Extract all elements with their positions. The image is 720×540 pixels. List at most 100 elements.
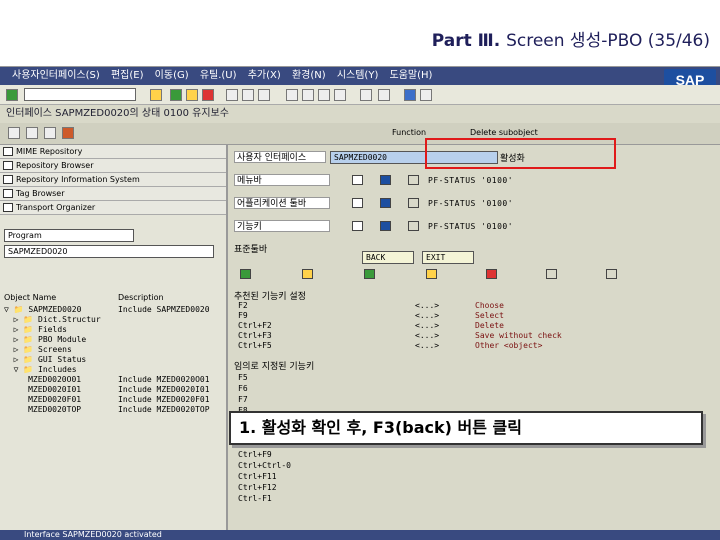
next-page-icon[interactable] — [318, 89, 330, 101]
free-keys-title: 임의로 지정된 기능키 — [234, 362, 315, 372]
exit-icon — [426, 269, 437, 279]
rec-action-select[interactable]: Select — [475, 311, 504, 320]
save-icon[interactable] — [150, 89, 162, 101]
check-icon[interactable] — [44, 127, 56, 139]
display-icon[interactable] — [352, 175, 363, 185]
free-key: Ctrl+F12 — [238, 483, 277, 492]
program-select[interactable]: Program — [4, 229, 134, 242]
find-next-icon[interactable] — [258, 89, 270, 101]
display-icon[interactable] — [352, 198, 363, 208]
tree-row[interactable]: MZED0020TOP Include MZED0020TOP — [4, 405, 224, 415]
rec-action-other[interactable]: Other <object> — [475, 341, 542, 350]
print-icon — [546, 269, 557, 279]
folder-icon — [3, 189, 13, 198]
prev-page-icon[interactable] — [302, 89, 314, 101]
menu-item-utilities[interactable]: 유틸.(U) — [200, 70, 237, 81]
function-button[interactable]: Function — [392, 128, 426, 137]
folder-icon — [3, 161, 13, 170]
menu-item-help[interactable]: 도움말(H) — [390, 70, 433, 81]
menu-item-extras[interactable]: 추가(X) — [248, 70, 281, 81]
menu-item-edit[interactable]: 편집(E) — [111, 70, 144, 81]
tree-row[interactable]: MZED0020O01 Include MZED0020O01 — [4, 375, 224, 385]
app-toolbar-label: 어플리케이션 툴바 — [234, 197, 330, 209]
display-icon[interactable] — [352, 221, 363, 231]
info-icon[interactable] — [380, 175, 391, 185]
rec-key-f2: F2 — [238, 301, 248, 310]
back-icon[interactable] — [170, 89, 182, 101]
tree-row[interactable]: ▷ 📁 Dict.Structur — [4, 315, 224, 325]
program-input[interactable]: SAPMZED0020 — [4, 245, 214, 258]
rec-action-save[interactable]: Save without check — [475, 331, 562, 340]
check-icon — [240, 269, 251, 279]
cancel-icon[interactable] — [202, 89, 214, 101]
standard-toolbar — [0, 85, 720, 105]
new-session-icon[interactable] — [360, 89, 372, 101]
cancel-icon — [486, 269, 497, 279]
first-page-icon[interactable] — [286, 89, 298, 101]
activate-icon[interactable] — [62, 127, 74, 139]
nav-repository-browser[interactable]: Repository Browser — [0, 159, 226, 173]
tree-row[interactable]: ▷ 📁 PBO Module — [4, 335, 224, 345]
info-icon[interactable] — [380, 221, 391, 231]
tree-row[interactable]: ▷ 📁 Fields — [4, 325, 224, 335]
command-field[interactable] — [24, 88, 136, 101]
nav-mime-repository[interactable]: MIME Repository — [0, 145, 226, 159]
nav-transport-organizer[interactable]: Transport Organizer — [0, 201, 226, 215]
tree-row[interactable]: ▷ 📁 GUI Status — [4, 355, 224, 365]
help-icon[interactable] — [404, 89, 416, 101]
other-object-icon[interactable] — [26, 127, 38, 139]
free-key: F6 — [238, 384, 248, 393]
rec-key-ctrl-f3: Ctrl+F3 — [238, 331, 272, 340]
activation-highlight — [425, 138, 616, 169]
folder-icon — [3, 203, 13, 212]
menu-item-goto[interactable]: 이동(G) — [155, 70, 189, 81]
tree-icon[interactable] — [408, 175, 419, 185]
free-key: Ctrl+Ctrl-0 — [238, 461, 291, 470]
save-icon — [302, 269, 313, 279]
shortcut-icon[interactable] — [378, 89, 390, 101]
toggle-icon[interactable] — [8, 127, 20, 139]
print-icon[interactable] — [226, 89, 238, 101]
enter-icon[interactable] — [6, 89, 18, 101]
nav-repository-info-system[interactable]: Repository Information System — [0, 173, 226, 187]
tree-row[interactable]: ▽ 📁 Includes — [4, 365, 224, 375]
function-keys-label: 기능키 — [234, 220, 330, 232]
object-navigator: MIME Repository Repository Browser Repos… — [0, 145, 228, 533]
instruction-callout: 1. 활성화 확인 후, F3(back) 버튼 클릭 — [229, 411, 703, 445]
delete-subobject-button[interactable]: Delete subobject — [470, 128, 538, 137]
folder-icon — [3, 147, 13, 156]
tree-row[interactable]: ▷ 📁 Screens — [4, 345, 224, 355]
tree-header: Object Name Description — [4, 293, 164, 302]
free-key: Ctrl+F9 — [238, 450, 272, 459]
tree-row[interactable]: MZED0020F01 Include MZED0020F01 — [4, 395, 224, 405]
rec-key-f9: F9 — [238, 311, 248, 320]
last-page-icon[interactable] — [334, 89, 346, 101]
tree-icon[interactable] — [408, 198, 419, 208]
exit-field[interactable]: EXIT — [422, 251, 474, 264]
interface-label: 사용자 인터페이스 — [234, 151, 326, 163]
app-toolbar-status: PF-STATUS '0100' — [428, 199, 514, 208]
menu-item-system[interactable]: 시스템(Y) — [337, 70, 379, 81]
free-key: Ctrl-F1 — [238, 494, 272, 503]
layout-icon[interactable] — [420, 89, 432, 101]
exit-icon[interactable] — [186, 89, 198, 101]
menu-item-interface[interactable]: 사용자인터페이스(S) — [12, 70, 100, 81]
back-icon — [364, 269, 375, 279]
menu-bar-label: 메뉴바 — [234, 174, 330, 186]
find-icon[interactable] — [242, 89, 254, 101]
rec-action-choose[interactable]: Choose — [475, 301, 504, 310]
find-icon — [606, 269, 617, 279]
back-field[interactable]: BACK — [362, 251, 414, 264]
slide-title: Part Ⅲ. Screen 생성-PBO (35/46) — [431, 31, 710, 51]
info-icon[interactable] — [380, 198, 391, 208]
menu-item-environment[interactable]: 환경(N) — [292, 70, 326, 81]
tree-icon[interactable] — [408, 221, 419, 231]
status-bar: Interface SAPMZED0020 activated — [0, 530, 720, 540]
folder-icon — [3, 175, 13, 184]
nav-tag-browser[interactable]: Tag Browser — [0, 187, 226, 201]
object-tree: ▽ 📁 SAPMZED0020 Include SAPMZED0020 ▷ 📁 D… — [4, 305, 224, 415]
rec-action-delete[interactable]: Delete — [475, 321, 504, 330]
tree-row[interactable]: ▽ 📁 SAPMZED0020 Include SAPMZED0020 — [4, 305, 224, 315]
free-key: F5 — [238, 373, 248, 382]
tree-row[interactable]: MZED0020I01 Include MZED0020I01 — [4, 385, 224, 395]
